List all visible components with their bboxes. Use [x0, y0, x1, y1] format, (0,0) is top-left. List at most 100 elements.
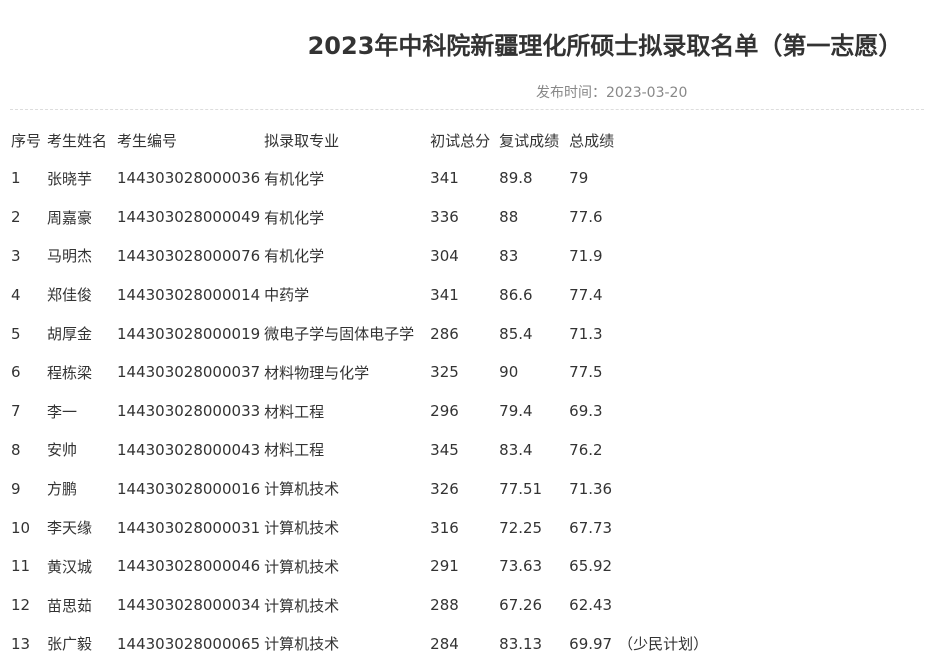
- cell-name-text: 胡厚金: [47, 325, 93, 344]
- cell-initial-score: 291: [427, 547, 496, 586]
- cell-retest-score-text: 83: [499, 246, 519, 265]
- title-divider: [10, 109, 924, 110]
- cell-initial-score: 341: [427, 159, 496, 198]
- cell-candidate-id-text: 144303028000014: [117, 285, 261, 304]
- cell-major-text: 有机化学: [264, 208, 325, 227]
- cell-candidate-id: 144303028000034: [114, 586, 261, 625]
- cell-seq-text: 7: [11, 402, 21, 421]
- cell-major-text: 计算机技术: [264, 596, 340, 615]
- cell-major: 中药学: [261, 275, 427, 314]
- cell-seq: 11: [8, 547, 44, 586]
- cell-initial-score: 304: [427, 237, 496, 276]
- cell-seq-text: 12: [11, 596, 31, 615]
- cell-total-score: 71.3: [566, 314, 709, 353]
- cell-initial-score: 325: [427, 353, 496, 392]
- cell-retest-score: 77.51: [496, 469, 566, 508]
- cell-total-score-text: 62.43: [569, 596, 613, 615]
- publish-info: 发布时间：2023-03-20: [536, 82, 687, 102]
- cell-initial-score: 284: [427, 625, 496, 664]
- cell-name: 李一: [44, 392, 114, 431]
- cell-candidate-id-text: 144303028000034: [117, 596, 261, 615]
- cell-name: 郑佳俊: [44, 275, 114, 314]
- cell-candidate-id: 144303028000014: [114, 275, 261, 314]
- cell-major: 材料物理与化学: [261, 353, 427, 392]
- cell-name-text: 苗思茹: [47, 596, 93, 615]
- table-header-row: 序号 考生姓名 考生编号 拟录取专业 初试总分 复试成绩 总成绩: [8, 121, 709, 159]
- cell-candidate-id: 144303028000065: [114, 625, 261, 664]
- cell-total-score: 77.6: [566, 198, 709, 237]
- cell-retest-score: 73.63: [496, 547, 566, 586]
- cell-name-text: 张广毅: [47, 635, 93, 654]
- cell-total-score: 79: [566, 159, 709, 198]
- cell-retest-score-text: 83.13: [499, 634, 543, 653]
- cell-candidate-id: 144303028000016: [114, 469, 261, 508]
- publish-label: 发布时间：: [536, 85, 606, 101]
- cell-seq-text: 3: [11, 246, 21, 265]
- cell-total-score-text: 67.73: [569, 518, 613, 537]
- cell-total-score: 77.5: [566, 353, 709, 392]
- cell-initial-score-text: 296: [430, 402, 459, 421]
- cell-name: 张晓芋: [44, 159, 114, 198]
- cell-initial-score-text: 341: [430, 285, 459, 304]
- cell-retest-score: 90: [496, 353, 566, 392]
- cell-name-text: 郑佳俊: [47, 286, 93, 305]
- cell-retest-score: 79.4: [496, 392, 566, 431]
- cell-total-score: 62.43: [566, 586, 709, 625]
- cell-major: 材料工程: [261, 431, 427, 470]
- page-title: 2023年中科院新疆理化所硕士拟录取名单（第一志愿）: [307, 32, 903, 60]
- cell-seq: 9: [8, 469, 44, 508]
- cell-candidate-id: 144303028000076: [114, 237, 261, 276]
- cell-major-text: 材料工程: [264, 402, 325, 421]
- header-major: 拟录取专业: [264, 131, 340, 150]
- table-row: 2 周嘉豪 144303028000049 有机化学 336 88 77.6: [8, 198, 709, 237]
- cell-name: 方鹏: [44, 469, 114, 508]
- table-row: 4 郑佳俊 144303028000014 中药学 341 86.6 77.4: [8, 275, 709, 314]
- cell-seq-text: 6: [11, 363, 21, 382]
- cell-name: 周嘉豪: [44, 198, 114, 237]
- cell-retest-score: 67.26: [496, 586, 566, 625]
- cell-initial-score: 336: [427, 198, 496, 237]
- table-row: 6 程栋梁 144303028000037 材料物理与化学 325 90 77.5: [8, 353, 709, 392]
- cell-seq: 3: [8, 237, 44, 276]
- cell-major: 有机化学: [261, 159, 427, 198]
- cell-seq: 5: [8, 314, 44, 353]
- cell-name: 黄汉城: [44, 547, 114, 586]
- cell-candidate-id: 144303028000036: [114, 159, 261, 198]
- cell-major: 计算机技术: [261, 625, 427, 664]
- cell-retest-score-text: 77.51: [499, 479, 543, 498]
- cell-name-text: 张晓芋: [47, 169, 93, 188]
- cell-candidate-id: 144303028000033: [114, 392, 261, 431]
- cell-candidate-id: 144303028000037: [114, 353, 261, 392]
- cell-retest-score-text: 73.63: [499, 557, 543, 576]
- cell-candidate-id: 144303028000043: [114, 431, 261, 470]
- cell-name: 程栋梁: [44, 353, 114, 392]
- cell-name: 安帅: [44, 431, 114, 470]
- cell-seq: 10: [8, 508, 44, 547]
- cell-initial-score-text: 288: [430, 596, 459, 615]
- cell-name-text: 黄汉城: [47, 557, 93, 576]
- cell-candidate-id-text: 144303028000019: [117, 324, 261, 343]
- cell-initial-score-text: 304: [430, 246, 459, 265]
- cell-total-score-text: 77.4: [569, 285, 603, 304]
- cell-total-score: 69.97 （少民计划）: [566, 625, 709, 664]
- cell-candidate-id-text: 144303028000037: [117, 363, 261, 382]
- table-row: 11 黄汉城 144303028000046 计算机技术 291 73.63 65.92: [8, 547, 709, 586]
- cell-retest-score-text: 67.26: [499, 596, 543, 615]
- table-row: 5 胡厚金 144303028000019 微电子学与固体电子学 286 85.4 71.3: [8, 314, 709, 353]
- cell-seq-text: 11: [11, 557, 31, 576]
- cell-retest-score: 72.25: [496, 508, 566, 547]
- cell-retest-score: 89.8: [496, 159, 566, 198]
- cell-major-text: 计算机技术: [264, 480, 340, 499]
- cell-major: 有机化学: [261, 237, 427, 276]
- cell-name-text: 李一: [47, 402, 78, 421]
- cell-seq: 4: [8, 275, 44, 314]
- cell-retest-score-text: 89.8: [499, 169, 533, 188]
- cell-name: 胡厚金: [44, 314, 114, 353]
- cell-seq-text: 4: [11, 285, 21, 304]
- table-row: 8 安帅 144303028000043 材料工程 345 83.4 76.2: [8, 431, 709, 470]
- cell-candidate-id: 144303028000019: [114, 314, 261, 353]
- cell-retest-score: 88: [496, 198, 566, 237]
- header-retest-score: 复试成绩: [499, 131, 560, 150]
- cell-initial-score: 341: [427, 275, 496, 314]
- cell-major-text: 有机化学: [264, 247, 325, 266]
